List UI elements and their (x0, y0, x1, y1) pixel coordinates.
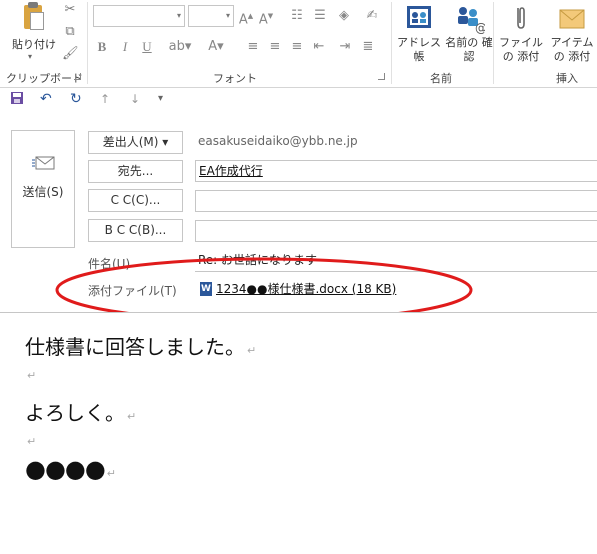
numbering-icon[interactable]: ☰ (312, 7, 328, 25)
italic-icon[interactable]: I (118, 38, 132, 56)
highlight-icon[interactable]: ab▾ (168, 38, 192, 56)
paperclip-icon (505, 2, 537, 34)
bcc-field[interactable] (195, 220, 597, 242)
divider (87, 2, 88, 84)
message-header: 送信(S) 差出人(M) ▾ easakuseidaiko@ybb.ne.jp … (0, 112, 597, 312)
shrink-font-icon[interactable]: A▼ (258, 7, 274, 29)
to-field[interactable]: EA作成代行 (195, 160, 597, 182)
previous-item-icon[interactable]: ↑ (100, 91, 110, 107)
message-body[interactable]: 仕様書に回答しました。 ↵ ↵ よろしく。 ↵ ↵ ●●●● ↵ (0, 312, 597, 554)
body-line-1: 仕様書に回答しました。 ↵ (25, 335, 257, 359)
divider (493, 2, 494, 84)
cc-button[interactable]: C C(C)... (88, 189, 183, 212)
insert-group-label: 挿入 (556, 72, 578, 85)
body-line-2: よろしく。 ↵ (25, 401, 137, 425)
attach-file-label: ファイルの 添付 (499, 36, 543, 63)
attach-item-button[interactable]: アイテムの 添付 (547, 2, 597, 64)
font-size-select[interactable]: ▾ (188, 5, 234, 27)
send-button[interactable]: 送信(S) (11, 130, 75, 248)
send-icon (32, 155, 56, 171)
next-item-icon[interactable]: ↓ (130, 91, 140, 107)
check-names-button[interactable]: @ 名前の 確認 (445, 2, 493, 64)
check-names-icon: @ (453, 2, 487, 35)
address-book-icon (403, 2, 435, 34)
format-painter-icon[interactable]: 🖌 (62, 46, 79, 62)
ribbon: 貼り付け ▾ ✂ ⧉ 🖌 クリップボード ▾ ▾ A▲ A▼ ☷ ☰ ◈ ✍ B… (0, 0, 597, 88)
clipboard-group-label: クリップボード (6, 72, 83, 85)
increase-indent-icon[interactable]: ⇥ (338, 38, 352, 56)
svg-text:@: @ (475, 21, 485, 34)
attachment-item[interactable]: W 1234●●様仕様書.docx (18 KB) (198, 280, 398, 298)
subject-field[interactable]: Re: お世話になります (195, 250, 597, 272)
body-empty-line: ↵ (27, 369, 37, 382)
font-name-select[interactable]: ▾ (93, 5, 185, 27)
styles-icon[interactable]: ✍ (364, 7, 380, 25)
cc-field[interactable] (195, 190, 597, 212)
paste-dropdown-icon[interactable]: ▾ (28, 52, 32, 61)
clipboard-icon (22, 2, 46, 32)
align-right-icon[interactable]: ≡ (290, 38, 304, 56)
bold-icon[interactable]: B (95, 38, 109, 56)
attach-item-label: アイテムの 添付 (550, 36, 594, 63)
justify-icon[interactable]: ≣ (361, 38, 375, 56)
bcc-button[interactable]: B C C(B)... (88, 219, 183, 242)
paste-button[interactable]: 貼り付け ▾ (8, 2, 60, 66)
clipboard-launcher-icon[interactable] (74, 73, 81, 80)
address-book-button[interactable]: アドレス帳 (393, 2, 445, 64)
align-left-icon[interactable]: ≡ (246, 38, 260, 56)
to-recipient[interactable]: EA作成代行 (199, 164, 263, 178)
word-document-icon: W (200, 282, 212, 296)
clear-formatting-icon[interactable]: ◈ (336, 7, 352, 25)
quick-access-toolbar: ↶ ↻ ↑ ↓ ▾ (0, 88, 597, 112)
subject-label: 件名(U) (88, 257, 131, 271)
address-book-label: アドレス帳 (397, 36, 441, 63)
attach-file-button[interactable]: ファイルの 添付 (495, 2, 547, 64)
cut-icon[interactable]: ✂ (62, 2, 78, 18)
redo-icon[interactable]: ↻ (70, 91, 82, 107)
customize-qat-icon[interactable]: ▾ (158, 91, 163, 107)
send-label: 送信(S) (22, 185, 64, 199)
undo-icon[interactable]: ↶ (40, 91, 52, 107)
envelope-icon (556, 2, 588, 34)
check-names-label: 名前の 確認 (445, 36, 493, 63)
align-center-icon[interactable]: ≡ (268, 38, 282, 56)
decrease-indent-icon[interactable]: ⇤ (312, 38, 326, 56)
underline-icon[interactable]: U (140, 38, 154, 56)
attachment-filename[interactable]: 1234●●様仕様書.docx (18 KB) (216, 280, 396, 297)
from-button[interactable]: 差出人(M) ▾ (88, 131, 183, 154)
body-empty-line: ↵ (27, 435, 37, 448)
copy-icon[interactable]: ⧉ (62, 24, 78, 40)
save-icon[interactable] (10, 91, 24, 109)
from-email: easakuseidaiko@ybb.ne.jp (198, 134, 358, 148)
font-launcher-icon[interactable] (378, 73, 385, 80)
bullets-icon[interactable]: ☷ (289, 7, 305, 25)
paste-label: 貼り付け (12, 38, 56, 51)
body-line-3: ●●●● ↵ (25, 455, 116, 483)
font-group-label: フォント (213, 72, 257, 85)
names-group-label: 名前 (430, 72, 452, 85)
grow-font-icon[interactable]: A▲ (238, 7, 254, 29)
divider (391, 2, 392, 84)
attachment-label: 添付ファイル(T) (88, 284, 177, 298)
to-button[interactable]: 宛先... (88, 160, 183, 183)
font-color-icon[interactable]: A▾ (204, 38, 228, 56)
